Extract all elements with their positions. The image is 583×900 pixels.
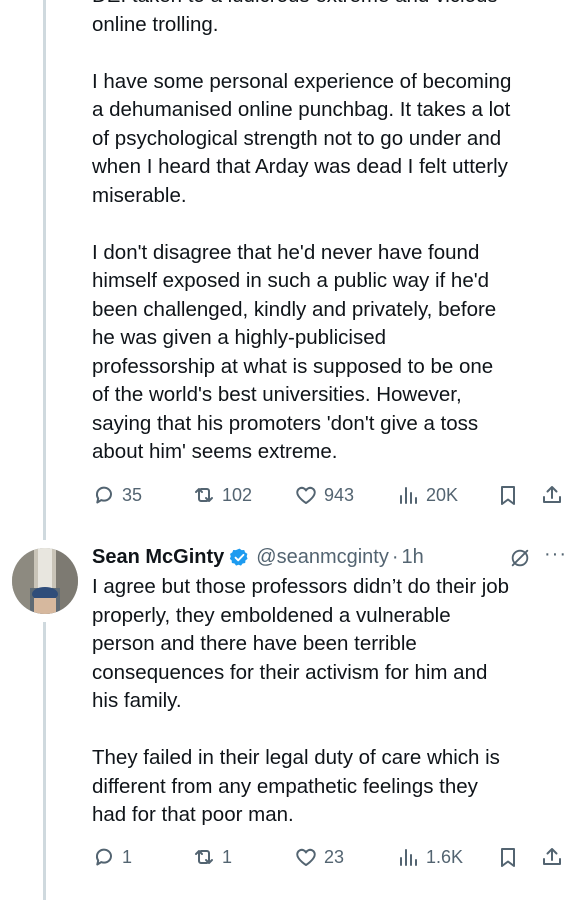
tweet-reply[interactable]: Sean McGinty @seanmcginty · 1h ··· I agr…: [92, 541, 572, 830]
views-icon: [400, 849, 417, 866]
tweet-reply-action-bar: 1 1 23 1.6K: [92, 842, 572, 872]
verified-badge-icon: [230, 548, 248, 566]
like-button[interactable]: 943: [294, 483, 354, 507]
thread-connector-bottom: [43, 622, 46, 900]
share-icon: [543, 848, 561, 865]
tweet-parent-action-bar: 35 102 943 20K: [92, 480, 572, 510]
display-name[interactable]: Sean McGinty: [92, 546, 224, 569]
tweet-paragraph: DEI taken to a ludicrous extreme and vic…: [92, 0, 498, 36]
tweet-header: Sean McGinty @seanmcginty · 1h: [92, 541, 572, 573]
avatar-photo: [12, 548, 78, 614]
tweet-paragraph: I have some personal experience of becom…: [92, 69, 512, 207]
bookmark-button[interactable]: [496, 483, 520, 507]
bookmark-button[interactable]: [496, 845, 520, 869]
reply-count: 1: [122, 846, 133, 867]
separator-dot: ·: [391, 545, 399, 568]
views-count: 20K: [426, 484, 459, 505]
repost-button[interactable]: 1: [192, 845, 232, 869]
bookmark-icon: [501, 848, 515, 867]
bookmark-icon: [501, 486, 515, 505]
repost-button[interactable]: 102: [192, 483, 252, 507]
repost-count: 1: [222, 846, 233, 867]
avatar[interactable]: [12, 548, 78, 614]
reply-count: 35: [122, 484, 143, 505]
user-handle[interactable]: @seanmcginty: [256, 546, 389, 569]
like-icon: [296, 486, 316, 504]
views-icon: [400, 487, 417, 504]
share-button[interactable]: [540, 483, 564, 507]
repost-count: 102: [222, 484, 253, 505]
more-icon[interactable]: ···: [544, 543, 567, 566]
like-count: 943: [324, 484, 355, 505]
reply-button[interactable]: 1: [92, 845, 132, 869]
share-icon: [543, 486, 561, 503]
views-button[interactable]: 1.6K: [396, 845, 463, 869]
tweet-parent[interactable]: DEI taken to a ludicrous extreme and vic…: [92, 0, 567, 467]
tweet-paragraph: I don't disagree that he'd never have fo…: [92, 240, 497, 464]
repost-icon: [195, 850, 213, 864]
reply-button[interactable]: 35: [92, 483, 142, 507]
like-count: 23: [324, 846, 345, 867]
grok-icon[interactable]: [509, 547, 531, 569]
thread-connector-top: [43, 0, 46, 540]
like-button[interactable]: 23: [294, 845, 344, 869]
tweet-paragraph: I agree but those professors didn’t do t…: [92, 575, 510, 712]
share-button[interactable]: [540, 845, 564, 869]
tweet-paragraph: They failed in their legal duty of care …: [92, 746, 500, 826]
reply-icon: [95, 486, 112, 504]
reply-icon: [95, 848, 112, 866]
repost-icon: [195, 488, 213, 502]
views-button[interactable]: 20K: [396, 483, 458, 507]
views-count: 1.6K: [426, 846, 464, 867]
timestamp[interactable]: 1h: [402, 546, 424, 569]
like-icon: [296, 848, 316, 866]
